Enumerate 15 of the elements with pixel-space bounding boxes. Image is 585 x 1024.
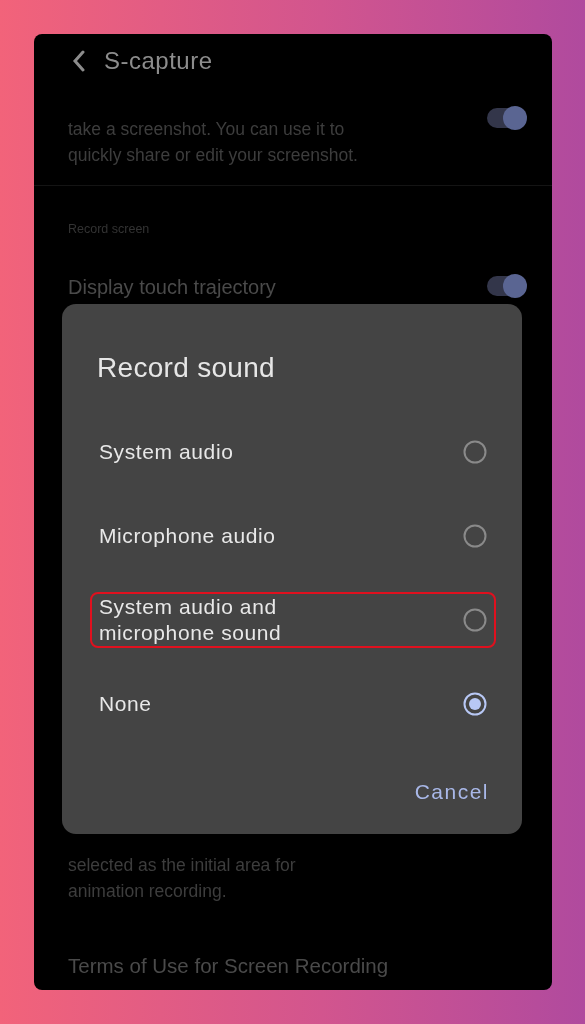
radio-option[interactable]: None [90, 676, 496, 732]
cancel-button[interactable]: Cancel [414, 780, 489, 804]
radio-button[interactable] [463, 608, 487, 632]
dialog-title: Record sound [97, 352, 276, 384]
radio-button[interactable] [463, 524, 487, 548]
highlighted-option[interactable]: System audio and microphone sound [90, 592, 496, 648]
radio-button[interactable] [463, 440, 487, 464]
radio-option[interactable]: System audio [90, 424, 496, 480]
radio-option[interactable]: Microphone audio [90, 508, 496, 564]
screen-title: S-capture [104, 47, 213, 75]
setting-description: selected as the initial area for animation recording. [68, 854, 297, 903]
back-icon[interactable] [72, 50, 86, 72]
setting-title: Display touch trajectory [68, 276, 276, 299]
setting-description: take a screenshot. You can use it to quickly share or edit your screenshot. [68, 118, 359, 167]
radio-button[interactable] [463, 692, 487, 716]
